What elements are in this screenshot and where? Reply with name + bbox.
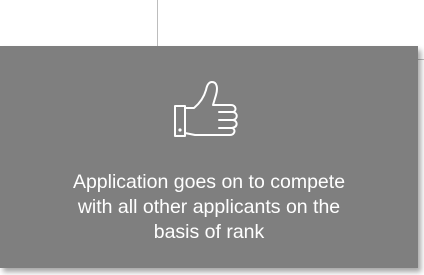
caption-line: Application goes on to compete: [72, 171, 346, 193]
thumbs-up-icon: [174, 81, 238, 137]
caption-line: with all other applicants on the: [77, 196, 341, 218]
caption-line: basis of rank: [153, 221, 265, 243]
outcome-caption: Application goes on to compete with all …: [20, 170, 398, 245]
